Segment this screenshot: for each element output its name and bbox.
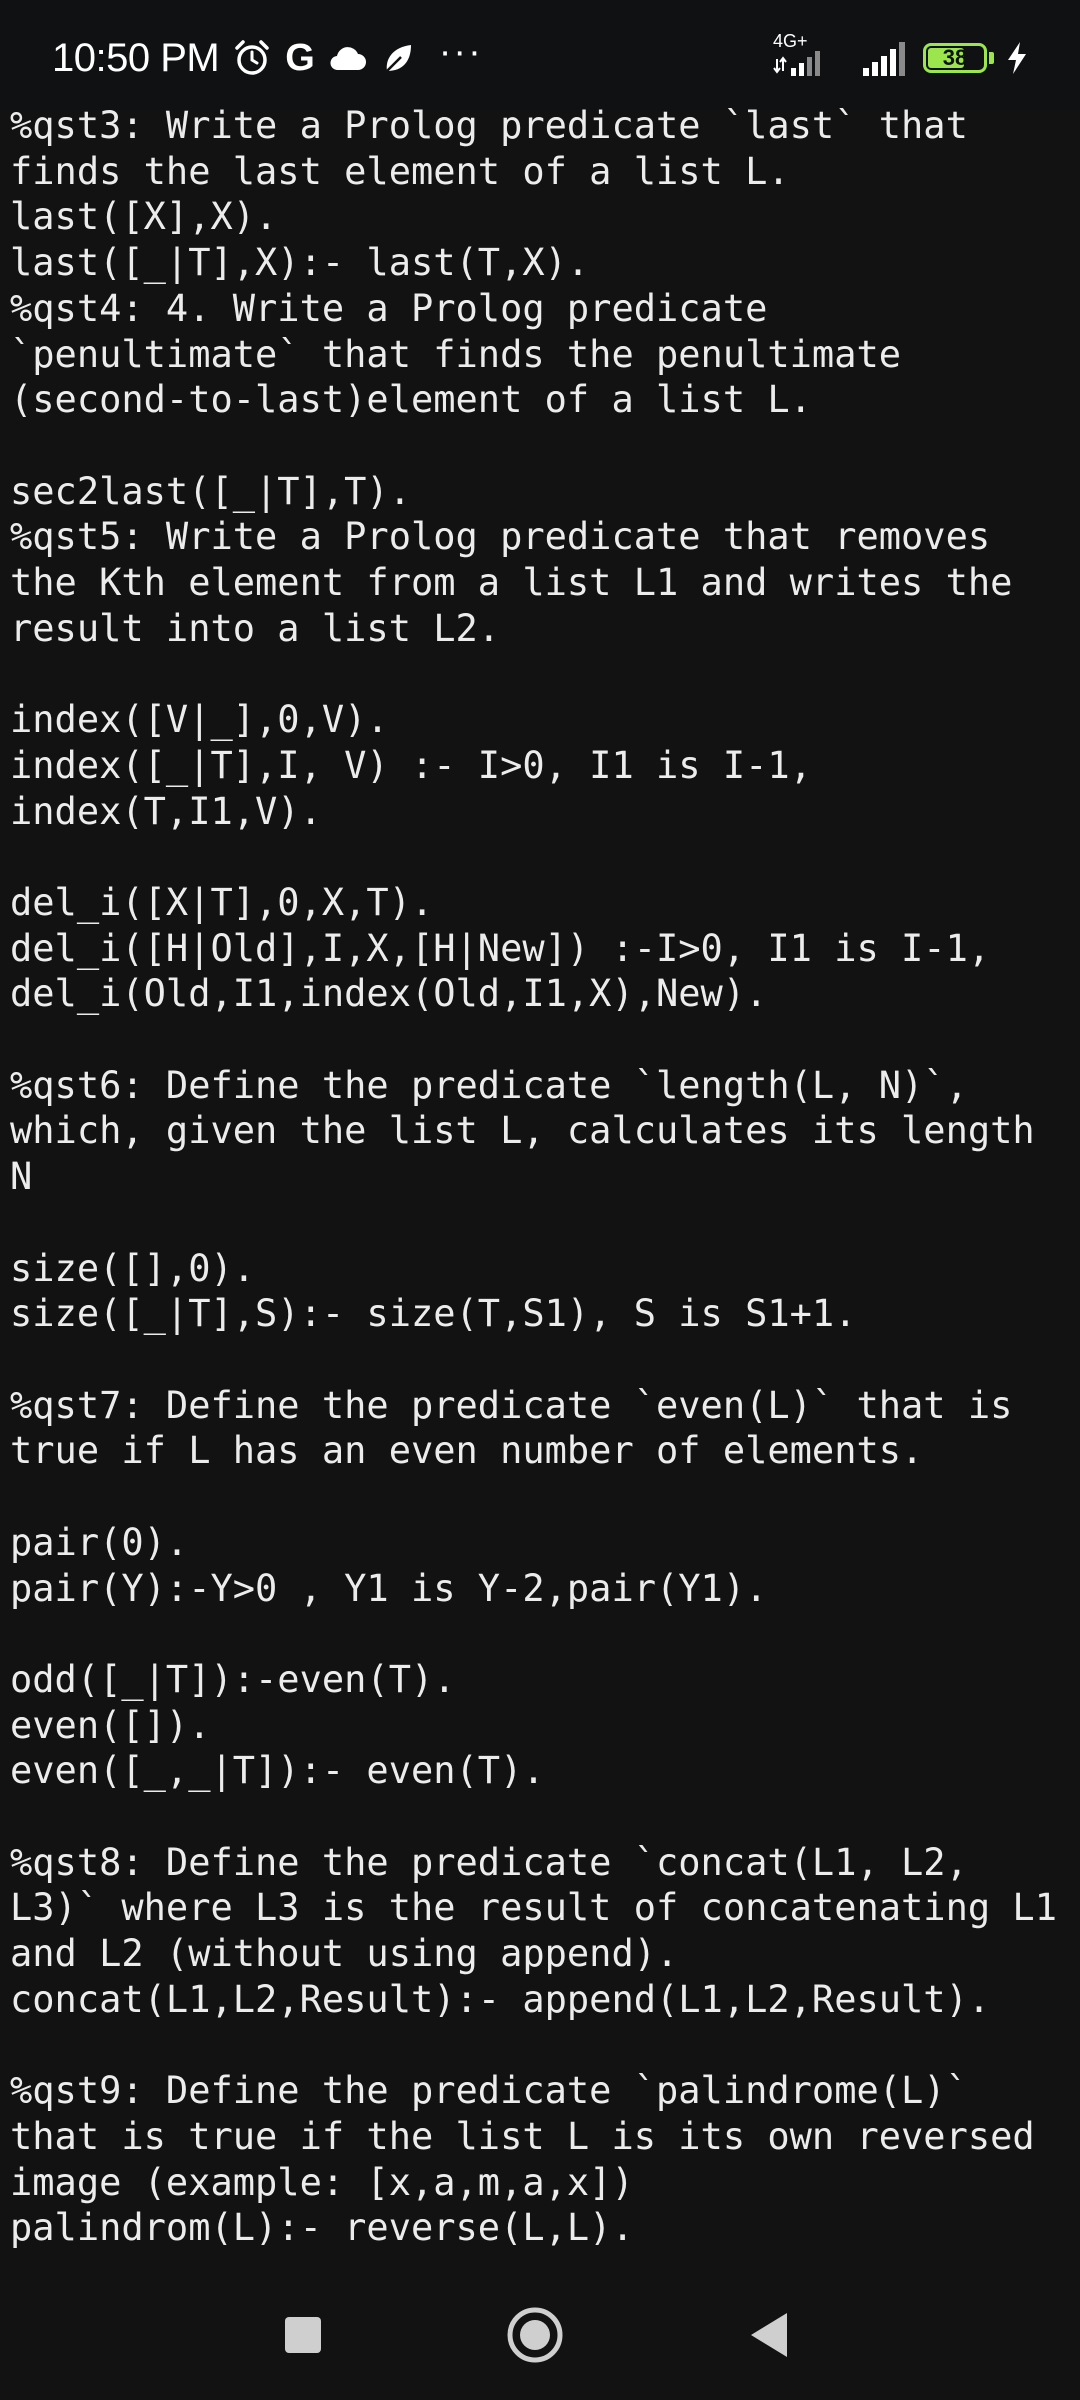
cloud-icon	[329, 44, 367, 72]
prolog-document-text[interactable]: %qst3: Write a Prolog predicate `last` t…	[10, 103, 1074, 2251]
status-bar-right: 4G+ 38	[773, 30, 1028, 86]
battery-level: 38	[942, 45, 968, 70]
back-icon	[751, 2313, 787, 2357]
app-notification-icon	[381, 41, 415, 75]
battery-tip	[989, 52, 994, 64]
charging-bolt-icon	[1006, 41, 1028, 75]
google-icon: G	[285, 36, 315, 79]
recents-icon	[285, 2317, 321, 2353]
navigation-bar	[0, 2270, 1080, 2400]
clock-time: 10:50 PM	[52, 35, 220, 80]
home-icon	[507, 2307, 563, 2363]
more-notifications-icon: ···	[438, 30, 483, 73]
alarm-icon	[233, 39, 271, 77]
cell-signal-icon	[861, 38, 911, 78]
home-button[interactable]	[500, 2300, 570, 2370]
back-button[interactable]	[734, 2300, 804, 2370]
status-bar: 10:50 PM G ··· 4G+ 38	[0, 0, 1080, 110]
battery-icon: 38	[923, 43, 987, 73]
mobile-data-signal-icon: 4G+	[773, 31, 849, 81]
recents-button[interactable]	[268, 2300, 338, 2370]
status-bar-left: 10:50 PM G ···	[52, 28, 483, 88]
